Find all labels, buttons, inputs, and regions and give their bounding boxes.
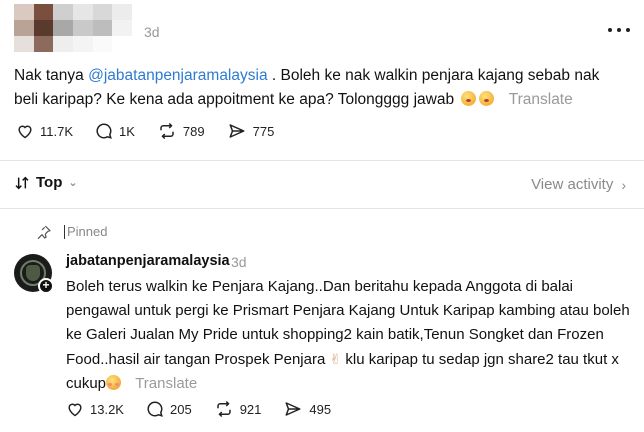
reply-comment-button[interactable]: 205 xyxy=(146,400,192,418)
reply-like-count: 13.2K xyxy=(90,401,124,417)
worried-emoji-icon xyxy=(461,91,477,106)
comment-count: 1K xyxy=(119,123,135,139)
chevron-right-icon: › xyxy=(621,176,626,193)
pleading-emoji-icon xyxy=(479,91,495,106)
reply-repost-button[interactable]: 921 xyxy=(214,400,262,418)
sort-dropdown[interactable]: Top ⌄ xyxy=(14,174,78,191)
reply-avatar[interactable]: + xyxy=(14,254,54,294)
comment-icon xyxy=(96,123,112,139)
heart-icon xyxy=(68,403,82,417)
pinned-text: Pinned xyxy=(67,224,108,239)
divider xyxy=(0,160,644,161)
heart-icon xyxy=(18,125,32,139)
more-options-icon[interactable] xyxy=(608,28,630,34)
mention-link[interactable]: @jabatanpenjaramalaysia xyxy=(88,67,267,84)
reply-share-button[interactable]: 495 xyxy=(283,400,331,418)
blushing-emoji-icon xyxy=(106,375,122,390)
repost-icon xyxy=(160,122,174,140)
post-text: Nak tanya @jabatanpenjaramalaysia . Bole… xyxy=(14,64,624,112)
reply-username[interactable]: jabatanpenjaramalaysia xyxy=(66,253,230,269)
sort-icon xyxy=(15,176,29,189)
send-icon xyxy=(229,124,245,138)
chevron-down-icon: ⌄ xyxy=(68,177,78,189)
reply-text: Boleh terus walkin ke Penjara Kajang..Da… xyxy=(66,275,636,396)
post-timestamp: 3d xyxy=(144,24,160,40)
reply-like-button[interactable]: 13.2K xyxy=(66,401,124,417)
divider xyxy=(0,208,644,209)
send-icon xyxy=(285,402,301,416)
blurred-avatar-and-name[interactable] xyxy=(14,4,132,52)
post-header: 3d xyxy=(14,4,630,52)
translate-link[interactable]: Translate xyxy=(509,91,573,108)
sort-label: Top xyxy=(36,174,63,191)
text-cursor xyxy=(64,224,65,239)
follow-plus-icon[interactable]: + xyxy=(38,278,54,294)
reply-timestamp: 3d xyxy=(231,254,247,270)
view-activity-link[interactable]: View activity › xyxy=(531,176,626,193)
post-actions: 11.7K 1K 789 775 xyxy=(16,122,296,140)
view-activity-label: View activity xyxy=(531,176,614,193)
like-button[interactable]: 11.7K xyxy=(16,123,73,139)
reply-actions: 13.2K 205 921 495 xyxy=(66,400,353,418)
reply-translate-link[interactable]: Translate xyxy=(135,375,197,392)
repost-count: 789 xyxy=(182,123,205,139)
reply-comment-count: 205 xyxy=(169,401,192,417)
reply-repost-count: 921 xyxy=(239,401,262,417)
like-count: 11.7K xyxy=(40,123,74,139)
victory-hand-emoji-icon: ✌ xyxy=(329,351,342,367)
sort-bar: Top ⌄ View activity › xyxy=(14,170,630,198)
post-text-part1: Nak tanya xyxy=(14,67,89,84)
pin-icon xyxy=(37,225,51,240)
repost-icon xyxy=(216,400,231,418)
share-button[interactable]: 775 xyxy=(227,122,275,140)
repost-button[interactable]: 789 xyxy=(157,122,205,140)
comment-icon xyxy=(147,401,163,417)
reply-share-count: 495 xyxy=(309,401,332,417)
pinned-label: Pinned xyxy=(64,224,107,239)
share-count: 775 xyxy=(252,123,275,139)
comment-button[interactable]: 1K xyxy=(95,122,135,140)
